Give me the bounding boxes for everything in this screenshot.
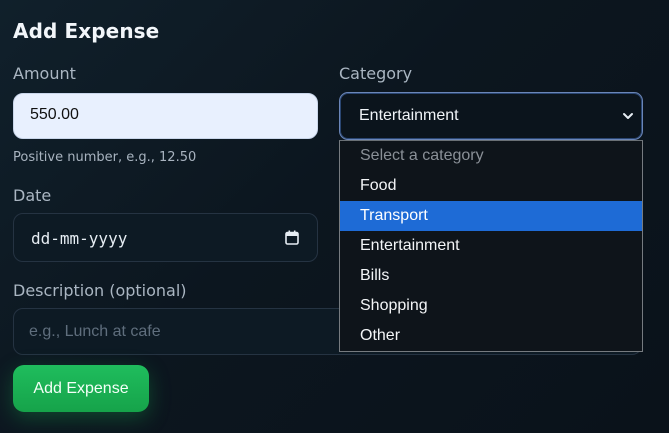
add-expense-button[interactable]: Add Expense — [13, 365, 149, 412]
amount-label: Amount — [13, 64, 76, 83]
option-food[interactable]: Food — [340, 171, 642, 201]
amount-field[interactable]: 550.00 — [13, 93, 318, 139]
date-placeholder: dd-mm-yyyy — [31, 229, 128, 248]
option-other[interactable]: Other — [340, 321, 642, 351]
page-title: Add Expense — [13, 19, 160, 43]
option-entertainment[interactable]: Entertainment — [340, 231, 642, 261]
option-transport[interactable]: Transport — [340, 201, 642, 231]
category-select[interactable]: Entertainment — [339, 92, 643, 140]
category-dropdown-list: Select a category Food Transport Enterta… — [339, 140, 643, 352]
category-selected-value: Entertainment — [359, 107, 459, 124]
date-label: Date — [13, 186, 52, 205]
description-label: Description (optional) — [13, 281, 187, 300]
option-shopping[interactable]: Shopping — [340, 291, 642, 321]
chevron-down-icon — [623, 113, 633, 119]
category-label: Category — [339, 64, 413, 83]
description-placeholder: e.g., Lunch at cafe — [29, 323, 161, 340]
amount-value: 550.00 — [30, 106, 79, 123]
date-field[interactable]: dd-mm-yyyy — [13, 213, 318, 262]
calendar-icon[interactable] — [285, 230, 299, 245]
option-placeholder: Select a category — [360, 147, 484, 164]
option-bills[interactable]: Bills — [340, 261, 642, 291]
amount-hint: Positive number, e.g., 12.50 — [13, 150, 197, 165]
